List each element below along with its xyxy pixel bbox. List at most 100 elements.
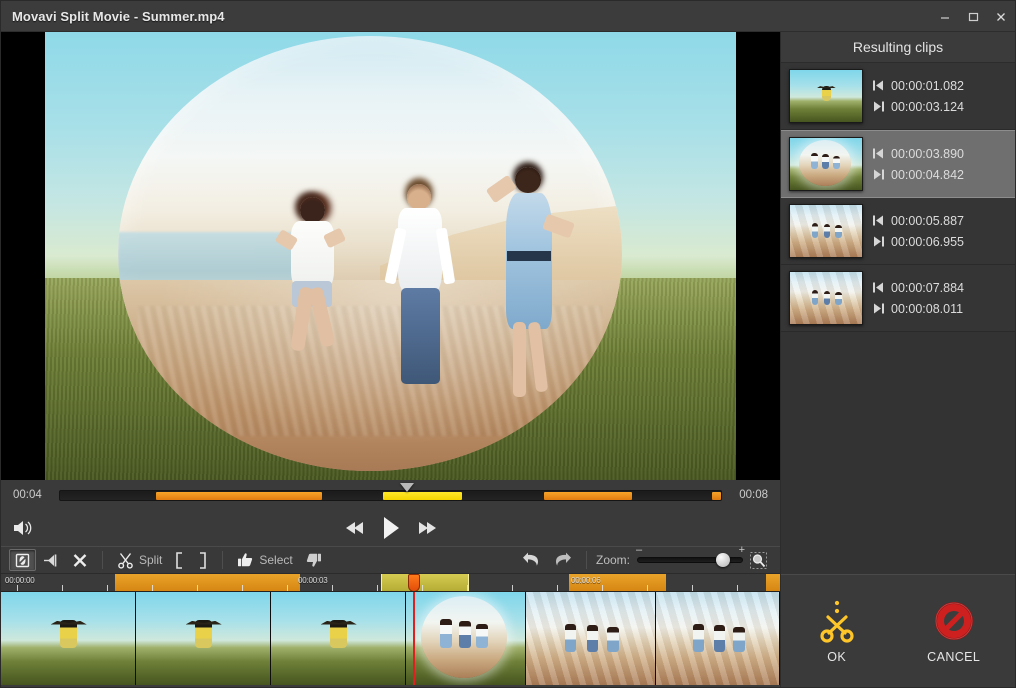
video-frame: [45, 32, 736, 480]
zoom-minus-label: –: [636, 545, 642, 556]
clip-end-time: 00:00:03.124: [873, 100, 964, 114]
ruler-label: 00:00:06: [571, 576, 601, 585]
clip-end-value: 00:00:03.124: [891, 100, 964, 114]
filmstrip-thumbnail[interactable]: [656, 592, 780, 685]
clips-list[interactable]: 00:00:01.08200:00:03.12400:00:03.89000:0…: [781, 63, 1015, 574]
clip-end-time: 00:00:06.955: [873, 235, 964, 249]
seek-segment[interactable]: [383, 492, 462, 500]
scissors-icon: [816, 599, 858, 643]
prohibition-icon: [932, 599, 976, 643]
clip-times: 00:00:01.08200:00:03.124: [873, 79, 964, 114]
volume-button[interactable]: [13, 519, 35, 537]
pillarbox-right: [736, 32, 780, 480]
clip-times: 00:00:03.89000:00:04.842: [873, 147, 964, 182]
forward-button[interactable]: [417, 521, 437, 535]
window-controls: [931, 1, 1015, 32]
person-left: [269, 197, 355, 397]
ruler-tick: [152, 585, 153, 591]
play-button[interactable]: [381, 516, 401, 540]
clip-list-item[interactable]: 00:00:07.88400:00:08.011: [781, 265, 1015, 332]
ruler-tick: [62, 585, 63, 591]
timeline-ruler[interactable]: 00:00:0000:00:0300:00:06: [1, 574, 780, 592]
scene-beach-circle: [118, 36, 622, 471]
zoom-control: Zoom: – +: [596, 552, 743, 568]
clip-end-icon: [873, 236, 884, 247]
split-label: Split: [139, 553, 162, 567]
timeline[interactable]: 00:00:0000:00:0300:00:06: [1, 574, 780, 685]
thumb-person: [835, 225, 841, 239]
filmstrip-thumbnail[interactable]: [271, 592, 406, 685]
redo-button[interactable]: [548, 549, 577, 571]
merge-clips-button[interactable]: [38, 549, 65, 571]
seek-playhead[interactable]: [400, 483, 414, 492]
clip-end-time: 00:00:08.011: [873, 302, 964, 316]
thumb-person: [811, 153, 818, 169]
zoom-fit-button[interactable]: [745, 549, 772, 571]
zoom-slider[interactable]: – +: [637, 552, 743, 568]
ruler-segment[interactable]: [766, 574, 780, 592]
editor-column: 00:04 00:08: [1, 32, 780, 687]
seek-segment[interactable]: [544, 492, 633, 500]
seek-track[interactable]: [59, 490, 722, 501]
clip-start-time: 00:00:03.890: [873, 147, 964, 161]
clip-start-icon: [873, 215, 884, 226]
clip-list-item[interactable]: 00:00:05.88700:00:06.955: [781, 198, 1015, 265]
pillarbox-left: [1, 32, 45, 480]
filmstrip-thumbnail[interactable]: [136, 592, 271, 685]
seek-time-start: 00:04: [13, 489, 49, 501]
toolbar-divider-3: [586, 551, 587, 569]
thumb-person: [835, 292, 841, 306]
select-button[interactable]: Select: [232, 549, 297, 571]
ruler-label: 00:00:03: [298, 576, 328, 585]
ruler-segment[interactable]: [381, 574, 469, 592]
clip-thumbnail[interactable]: [789, 137, 863, 191]
split-button[interactable]: Split: [112, 549, 167, 571]
thumb-person: [812, 223, 818, 239]
timeline-playhead[interactable]: [413, 592, 415, 685]
deselect-button[interactable]: [300, 549, 327, 571]
seek-segment[interactable]: [712, 492, 721, 500]
ruler-tick: [467, 585, 468, 591]
clip-start-icon: [873, 80, 884, 91]
close-button[interactable]: [987, 1, 1015, 32]
ok-button[interactable]: OK: [802, 593, 872, 670]
seek-segment[interactable]: [156, 492, 323, 500]
thumb-person: [822, 154, 829, 169]
ruler-tick: [332, 585, 333, 591]
maximize-button[interactable]: [959, 1, 987, 32]
thumb-person: [812, 290, 818, 306]
crop-toggle-button[interactable]: [9, 549, 36, 571]
clip-list-item[interactable]: 00:00:01.08200:00:03.124: [781, 63, 1015, 130]
clip-list-item[interactable]: 00:00:03.89000:00:04.842: [781, 130, 1015, 198]
ruler-segment[interactable]: [115, 574, 300, 592]
timeline-playhead-handle[interactable]: [408, 574, 420, 592]
thumb-person: [440, 619, 452, 648]
mark-out-button[interactable]: [192, 549, 213, 571]
ruler-tick: [512, 585, 513, 591]
clip-thumbnail[interactable]: [789, 204, 863, 258]
undo-button[interactable]: [517, 549, 546, 571]
clip-start-icon: [873, 148, 884, 159]
rewind-button[interactable]: [345, 521, 365, 535]
zoom-plus-label: +: [739, 545, 745, 556]
thumb-person: [587, 625, 599, 651]
minimize-button[interactable]: [931, 1, 959, 32]
clip-end-icon: [873, 101, 884, 112]
filmstrip-thumbnail[interactable]: [526, 592, 656, 685]
filmstrip-thumbnail[interactable]: [1, 592, 136, 685]
filmstrip-thumbnail[interactable]: [406, 592, 526, 685]
mark-in-button[interactable]: [169, 549, 190, 571]
clip-thumbnail[interactable]: [789, 69, 863, 123]
timeline-filmstrip[interactable]: [1, 592, 780, 685]
title-bar: Movavi Split Movie - Summer.mp4: [1, 1, 1015, 32]
video-preview[interactable]: [1, 32, 780, 480]
clip-end-icon: [873, 169, 884, 180]
seek-time-end: 00:08: [732, 489, 768, 501]
delete-clip-button[interactable]: [67, 549, 93, 571]
cancel-button[interactable]: CANCEL: [913, 593, 994, 670]
clip-end-value: 00:00:06.955: [891, 235, 964, 249]
zoom-knob[interactable]: [716, 553, 730, 567]
clip-thumbnail[interactable]: [789, 271, 863, 325]
thumb-person: [476, 624, 488, 649]
ruler-tick: [737, 585, 738, 591]
